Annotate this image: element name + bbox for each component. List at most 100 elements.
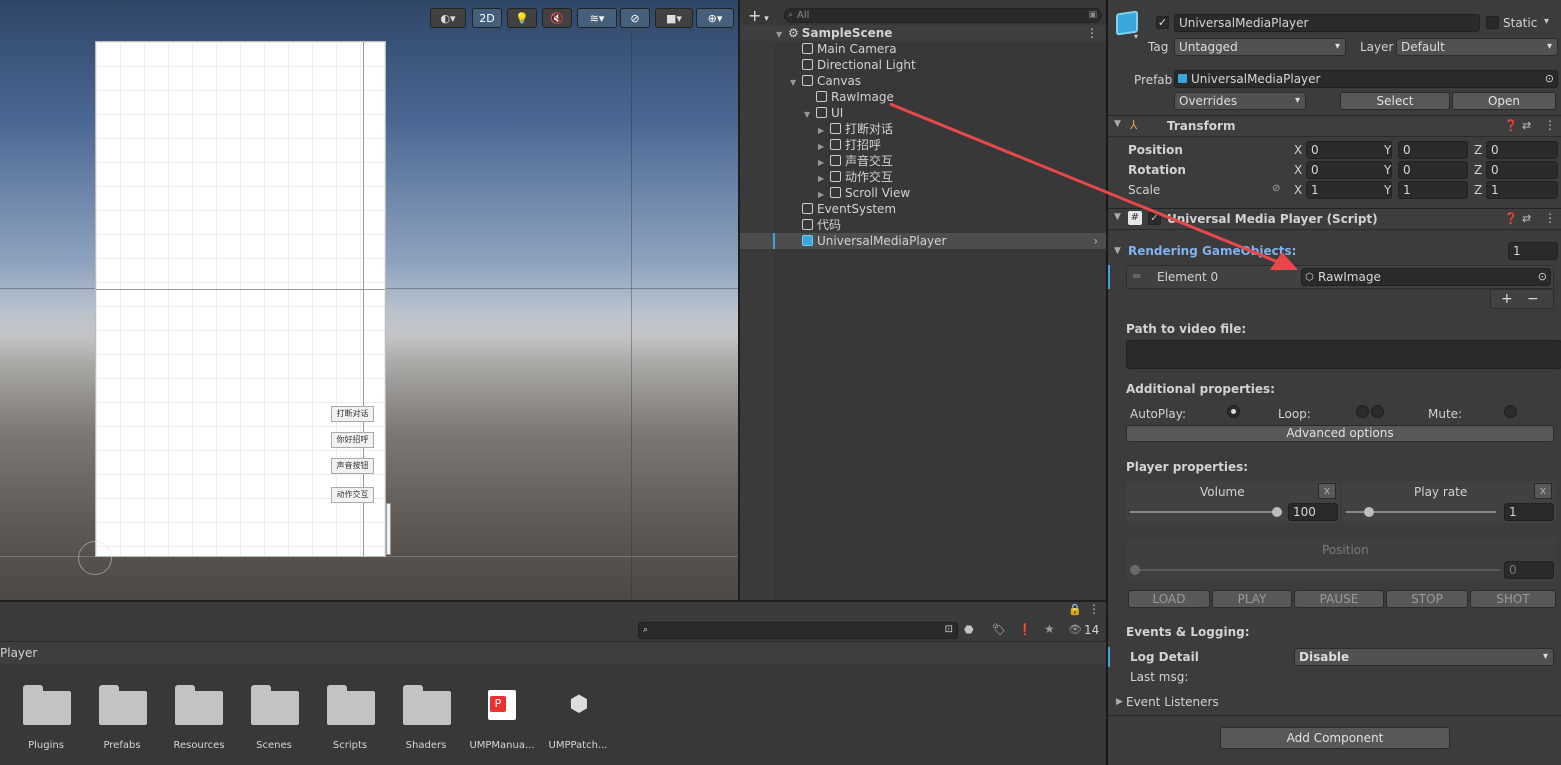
prefab-asset-field[interactable]: UniversalMediaPlayer ⊙ [1174,70,1558,88]
project-search-input[interactable]: ⌕ ⊡ [638,622,958,639]
hierarchy-add-button[interactable]: + ▾ [748,6,769,25]
folder-icon[interactable] [327,685,375,725]
lighting-toggle-button[interactable]: 💡 [507,8,537,28]
scale-y-field[interactable]: 1 [1398,181,1468,199]
hierarchy-item-universalmediaplayer[interactable]: UniversalMediaPlayer › [740,233,1106,249]
remove-element-button[interactable]: − [1527,291,1539,307]
expand-arrow-icon[interactable]: ▶ [1116,697,1123,707]
scene-header-row[interactable]: ▼ ⚙ SampleScene ⋮ [740,25,1106,41]
position-x-field[interactable]: 0 [1306,141,1392,159]
preset-icon[interactable]: ⇄ [1522,212,1531,225]
folder-icon[interactable] [251,685,299,725]
position-value-field[interactable]: 0 [1504,561,1554,579]
shot-button[interactable]: SHOT [1470,590,1556,608]
play-rate-value-field[interactable]: 1 [1504,503,1554,521]
chevron-right-icon[interactable]: › [1093,233,1098,249]
video-path-input[interactable] [1126,340,1561,369]
mute-toggle[interactable] [1504,405,1517,418]
collapse-arrow-icon[interactable]: ▼ [1114,212,1121,222]
component-menu-icon[interactable]: ⋮ [1544,118,1556,132]
favorite-star-icon[interactable]: ★ [1044,622,1055,636]
position-y-field[interactable]: 0 [1398,141,1468,159]
breadcrumb[interactable]: Player [0,646,37,660]
scale-z-field[interactable]: 1 [1486,181,1558,199]
shading-mode-dropdown[interactable]: ◐▾ [430,8,466,28]
hierarchy-item-interrupt-dialog[interactable]: ▶ 打断对话 [740,121,1106,137]
scene-view[interactable]: ◐▾ 2D 💡 🔇 ≋▾ ⊘ ■▾ ⊕▾ 打断对话 你好招呼 声音按钮 动作交互 [0,0,738,600]
rotation-y-field[interactable]: 0 [1398,161,1468,179]
hierarchy-search-input[interactable]: ⌕ All ▣ [784,8,1102,23]
link-scale-icon[interactable]: ⊘ [1272,183,1280,194]
folder-icon[interactable] [175,685,223,725]
help-icon[interactable]: ❓ [1504,212,1518,225]
warning-icon[interactable]: ❗ [1018,623,1032,636]
component-enabled-checkbox[interactable]: ✓ [1148,212,1161,225]
canvas-button[interactable]: 打断对话 [331,406,374,422]
hierarchy-item-code[interactable]: 代码 [740,217,1106,233]
pdf-file-icon[interactable]: P [488,690,516,720]
hierarchy-item-sound-interaction[interactable]: ▶ 声音交互 [740,153,1106,169]
active-checkbox[interactable]: ✓ [1156,16,1169,29]
drag-handle-icon[interactable]: ═ [1133,269,1140,283]
hierarchy-item-greeting[interactable]: ▶ 打招呼 [740,137,1106,153]
stop-button[interactable]: STOP [1386,590,1468,608]
hierarchy-item-action-interaction[interactable]: ▶ 动作交互 [740,169,1106,185]
canvas-button[interactable]: 声音按钮 [331,458,374,474]
add-element-button[interactable]: + [1501,291,1513,307]
collapse-arrow-icon[interactable]: ▼ [1114,119,1121,129]
static-dropdown-arrow-icon[interactable]: ▾ [1544,16,1549,27]
collapse-arrow-icon[interactable]: ▼ [1114,246,1121,256]
folder-icon[interactable] [99,685,147,725]
loop-toggle-secondary[interactable] [1371,405,1384,418]
label-tag-icon[interactable]: 🏷 [992,623,1006,636]
position-slider-knob[interactable] [1130,565,1140,575]
volume-slider-knob[interactable] [1272,507,1282,517]
search-by-type-icon[interactable]: ⊡ [945,623,953,638]
element-row[interactable]: ═ Element 0 ⬡ RawImage ⊙ [1126,265,1554,289]
hierarchy-item-canvas[interactable]: ▼ Canvas [740,73,1106,89]
pause-button[interactable]: PAUSE [1294,590,1384,608]
loop-toggle[interactable] [1356,405,1369,418]
hierarchy-item-scroll-view[interactable]: ▶ Scroll View [740,185,1106,201]
hierarchy-item-ui[interactable]: ▼ UI [740,105,1106,121]
help-icon[interactable]: ❓ [1504,119,1518,132]
transform-header[interactable]: ▼ ⅄ Transform ❓ ⇄ ⋮ [1108,115,1561,137]
object-name-field[interactable]: UniversalMediaPlayer [1174,14,1480,32]
rotation-x-field[interactable]: 0 [1306,161,1392,179]
play-rate-reset-button[interactable]: x [1534,483,1552,499]
autoplay-toggle[interactable] [1227,405,1240,418]
search-options-icon[interactable]: ▣ [1088,9,1097,22]
add-component-button[interactable]: Add Component [1220,727,1450,749]
effects-dropdown[interactable]: ≋▾ [577,8,617,28]
canvas-button[interactable]: 动作交互 [331,487,374,503]
rendering-count-field[interactable]: 1 [1508,242,1558,260]
volume-value-field[interactable]: 100 [1288,503,1338,521]
scale-x-field[interactable]: 1 [1306,181,1392,199]
play-button[interactable]: PLAY [1212,590,1292,608]
hierarchy-item-directional-light[interactable]: Directional Light [740,57,1106,73]
hierarchy-item-rawimage[interactable]: RawImage [740,89,1106,105]
static-checkbox[interactable] [1486,16,1499,29]
2d-toggle-button[interactable]: 2D [472,8,502,28]
hidden-objects-toggle[interactable]: ⊘ [620,8,650,28]
object-picker-icon[interactable]: ⊙ [1545,71,1554,87]
unity-package-icon[interactable]: ⬢ [566,690,592,720]
script-component-header[interactable]: ▼ # ✓ Universal Media Player (Script) ❓ … [1108,208,1561,230]
filter-type-icon[interactable]: ⬣ [964,623,974,636]
gizmos-dropdown[interactable]: ⊕▾ [696,8,734,28]
icon-dropdown-arrow-icon[interactable]: ▾ [1134,32,1138,41]
element-object-field[interactable]: ⬡ RawImage ⊙ [1301,268,1551,286]
volume-slider-track[interactable] [1130,511,1280,513]
event-listeners-foldout[interactable]: Event Listeners [1126,695,1219,709]
lock-icon[interactable]: 🔒 [1068,603,1082,616]
load-button[interactable]: LOAD [1128,590,1210,608]
rotation-z-field[interactable]: 0 [1486,161,1558,179]
camera-dropdown[interactable]: ■▾ [655,8,693,28]
position-slider-track[interactable] [1134,569,1500,571]
tag-dropdown[interactable]: Untagged [1174,38,1346,56]
select-button[interactable]: Select [1340,92,1450,110]
canvas-button[interactable]: 你好招呼 [331,432,374,448]
object-picker-icon[interactable]: ⊙ [1538,269,1547,285]
open-button[interactable]: Open [1452,92,1556,110]
panel-menu-icon[interactable]: ⋮ [1088,602,1100,616]
